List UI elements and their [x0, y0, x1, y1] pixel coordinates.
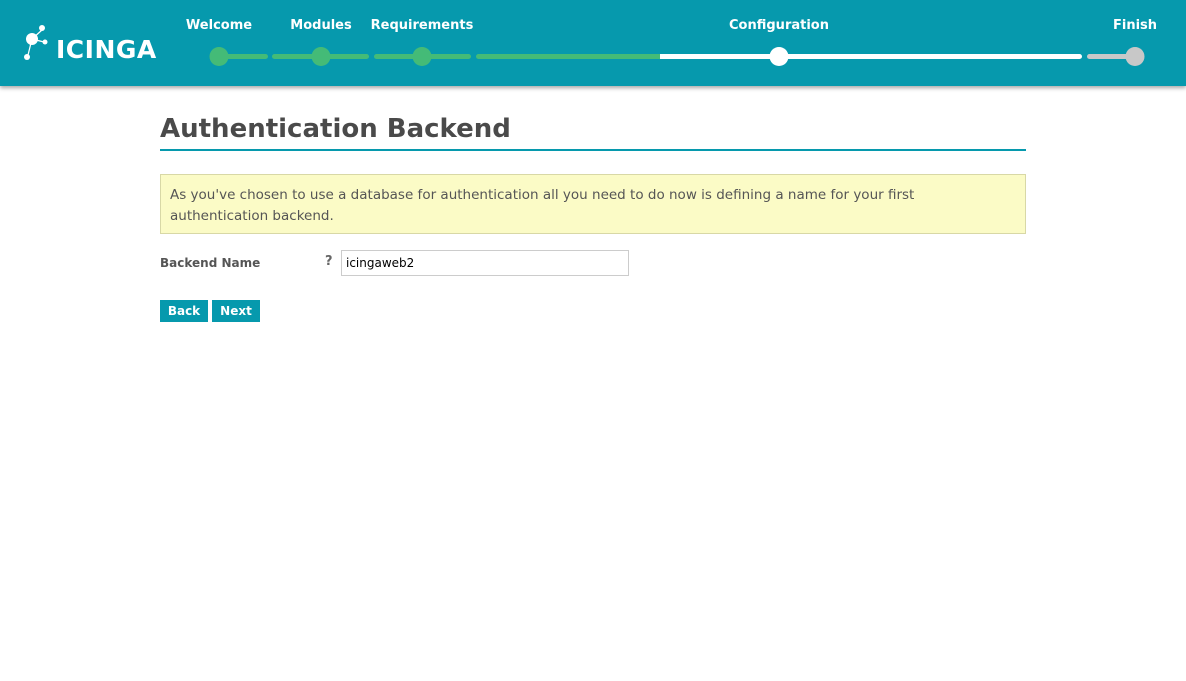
step-dot-finish: [1125, 47, 1145, 66]
step-label-configuration: Configuration: [729, 18, 829, 33]
step-label-requirements: Requirements: [370, 18, 474, 33]
header-bar: ICINGA Welcome Modules Requirements Conf…: [0, 0, 1186, 86]
step-dot-configuration: [769, 47, 789, 66]
info-notice: As you've chosen to use a database for a…: [160, 174, 1026, 234]
step-label-finish: Finish: [1112, 18, 1158, 33]
icinga-logo: ICINGA: [22, 22, 156, 68]
back-button[interactable]: Back: [160, 300, 208, 322]
backend-name-input[interactable]: [341, 250, 629, 276]
step-bar-configuration: [660, 54, 1082, 59]
page-title: Authentication Backend: [160, 114, 511, 144]
question-icon[interactable]: ?: [325, 254, 333, 269]
step-dot-welcome: [209, 47, 229, 66]
step-dot-modules: [311, 47, 331, 66]
step-label-modules: Modules: [290, 18, 352, 33]
logo-text: ICINGA: [56, 35, 157, 64]
backend-name-label: Backend Name: [160, 256, 261, 270]
next-button[interactable]: Next: [212, 300, 260, 322]
step-dot-requirements: [412, 47, 432, 66]
step-label-welcome: Welcome: [185, 18, 253, 33]
step-bar-preconfig: [476, 54, 661, 59]
title-divider: [160, 149, 1026, 151]
